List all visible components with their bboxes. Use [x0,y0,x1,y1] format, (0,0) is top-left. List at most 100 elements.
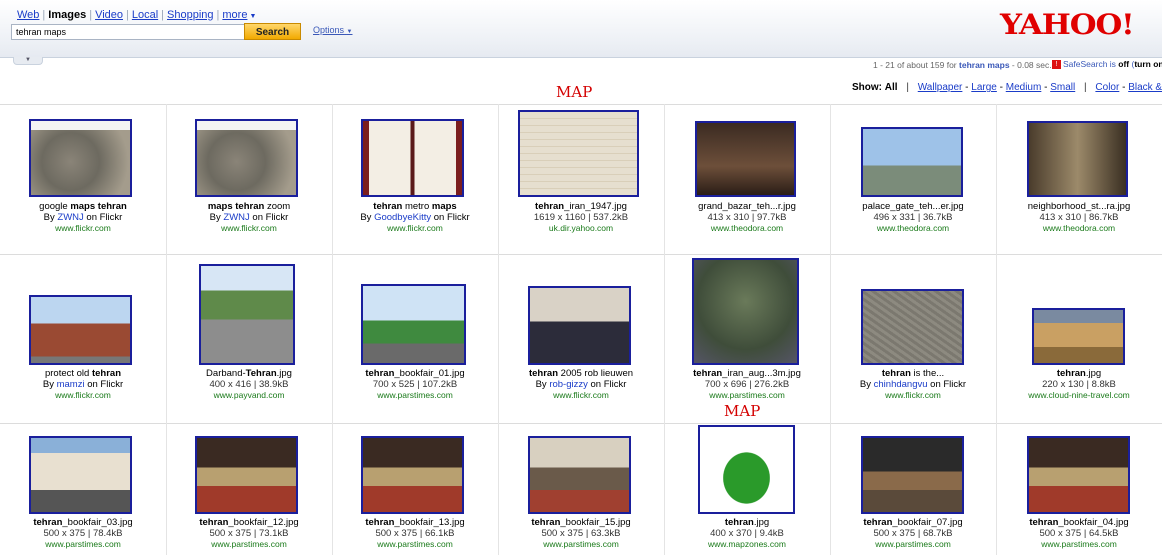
column-divider [332,104,333,254]
row-divider [0,254,1162,255]
result-source-url[interactable]: www.parstimes.com [166,539,332,550]
result-thumbnail[interactable] [1027,436,1130,514]
column-divider [498,254,499,423]
result-title[interactable]: tehran is the... [830,368,996,379]
filter-small[interactable]: Small [1050,82,1075,93]
result-source-url[interactable]: www.parstimes.com [996,539,1162,550]
result-thumbnail[interactable] [199,264,295,365]
result-thumbnail[interactable] [195,119,298,197]
result-source-url[interactable]: www.cloud-nine-travel.com [996,390,1162,401]
result-title[interactable]: tehran_bookfair_03.jpg [0,517,166,528]
result-title[interactable]: tehran 2005 rob lieuwen [498,368,664,379]
result-caption: protect old tehran By mamzi on Flickr www.… [0,368,166,401]
result-thumbnail[interactable] [361,284,466,365]
result-title[interactable]: tehran_iran_aug...3m.jpg [664,368,830,379]
tab-shopping[interactable]: Shopping [167,9,214,21]
result-thumbnail[interactable] [29,295,132,365]
result-source-url[interactable]: www.parstimes.com [664,390,830,401]
column-divider [166,254,167,423]
result-source-url[interactable]: www.flickr.com [332,223,498,234]
result-title[interactable]: Darband-Tehran.jpg [166,368,332,379]
result-thumbnail[interactable] [518,110,639,197]
result-source-url[interactable]: www.parstimes.com [332,390,498,401]
author-link[interactable]: ZWNJ [223,212,249,223]
result-title[interactable]: maps tehran zoom [166,201,332,212]
result-source-url[interactable]: www.theodora.com [996,223,1162,234]
options-link[interactable]: Options ▼ [313,25,353,35]
result-source-url[interactable]: uk.dir.yahoo.com [498,223,664,234]
result-title[interactable]: grand_bazar_teh...r.jpg [664,201,830,212]
result-source-url[interactable]: www.theodora.com [664,223,830,234]
result-title[interactable]: protect old tehran [0,368,166,379]
result-source-url[interactable]: www.parstimes.com [0,539,166,550]
result-source-url[interactable]: www.parstimes.com [332,539,498,550]
result-thumbnail[interactable] [528,286,631,365]
result-title[interactable]: tehran.jpg [664,517,830,528]
result-thumbnail[interactable] [861,289,964,365]
tab-video[interactable]: Video [95,9,123,21]
tab-images[interactable]: Images [48,9,86,21]
result-source-url[interactable]: www.flickr.com [830,390,996,401]
result-source-url[interactable]: www.flickr.com [0,390,166,401]
author-link[interactable]: chinhdangvu [874,379,928,390]
result-title[interactable]: tehran_bookfair_12.jpg [166,517,332,528]
result-title[interactable]: tehran metro maps [332,201,498,212]
vertical-tabs: Web | Images | Video | Local | Shopping | more ▼ [17,9,257,21]
result-source-url[interactable]: www.parstimes.com [830,539,996,550]
filter-all[interactable]: All [885,82,898,93]
result-title[interactable]: google maps tehran [0,201,166,212]
row-divider [0,104,1162,105]
result-source-url[interactable]: www.theodora.com [830,223,996,234]
filter-black-white[interactable]: Black & White [1128,82,1162,93]
safesearch-turn-on-link[interactable]: turn on [1134,59,1162,69]
result-title[interactable]: palace_gate_teh...er.jpg [830,201,996,212]
result-source-url[interactable]: www.payvand.com [166,390,332,401]
result-thumbnail[interactable] [861,127,963,197]
tab-local[interactable]: Local [132,9,158,21]
result-title[interactable]: neighborhood_st...ra.jpg [996,201,1162,212]
tab-web[interactable]: Web [17,9,39,21]
result-source-url[interactable]: www.flickr.com [498,390,664,401]
result-title[interactable]: tehran_bookfair_07.jpg [830,517,996,528]
result-title[interactable]: tehran_bookfair_04.jpg [996,517,1162,528]
result-thumbnail[interactable] [29,436,132,514]
filter-color[interactable]: Color [1095,82,1119,93]
result-thumbnail[interactable] [692,258,799,365]
yahoo-logo[interactable]: YAHOO! [1000,8,1135,41]
result-source-url[interactable]: www.parstimes.com [498,539,664,550]
result-title[interactable]: tehran.jpg [996,368,1162,379]
search-button[interactable]: Search [244,23,301,40]
expand-toggle[interactable]: ▼ [13,57,43,65]
map-annotation-1: MAP [556,83,593,101]
result-thumbnail[interactable] [528,436,631,514]
result-thumbnail[interactable] [361,119,464,197]
result-thumbnail[interactable] [695,121,796,197]
author-link[interactable]: GoodbyeKitty [374,212,431,223]
result-thumbnail[interactable] [195,436,298,514]
result-title[interactable]: tehran_bookfair_15.jpg [498,517,664,528]
result-caption: Darband-Tehran.jpg 400 x 416 | 38.9kB www.… [166,368,332,401]
filter-large[interactable]: Large [971,82,997,93]
tab-more[interactable]: more [222,9,247,21]
author-link[interactable]: rob-gizzy [549,379,588,390]
filter-medium[interactable]: Medium [1006,82,1042,93]
result-caption: tehran metro maps By GoodbyeKitty on Flic… [332,201,498,234]
result-source-url[interactable]: www.flickr.com [0,223,166,234]
filter-wallpaper[interactable]: Wallpaper [918,82,963,93]
result-source-url[interactable]: www.flickr.com [166,223,332,234]
result-thumbnail[interactable] [361,436,464,514]
chevron-down-icon[interactable]: ▼ [249,13,256,20]
result-title[interactable]: tehran_bookfair_13.jpg [332,517,498,528]
result-thumbnail[interactable] [1032,308,1125,365]
result-source-url[interactable]: www.mapzones.com [664,539,830,550]
result-title[interactable]: tehran_iran_1947.jpg [498,201,664,212]
result-thumbnail[interactable] [698,425,795,514]
result-thumbnail[interactable] [861,436,964,514]
search-input[interactable]: tehran maps [11,24,247,40]
result-title[interactable]: tehran_bookfair_01.jpg [332,368,498,379]
author-link[interactable]: mamzi [57,379,85,390]
result-thumbnail[interactable] [29,119,132,197]
chevron-down-icon: ▼ [346,29,353,35]
result-thumbnail[interactable] [1027,121,1128,197]
author-link[interactable]: ZWNJ [57,212,83,223]
